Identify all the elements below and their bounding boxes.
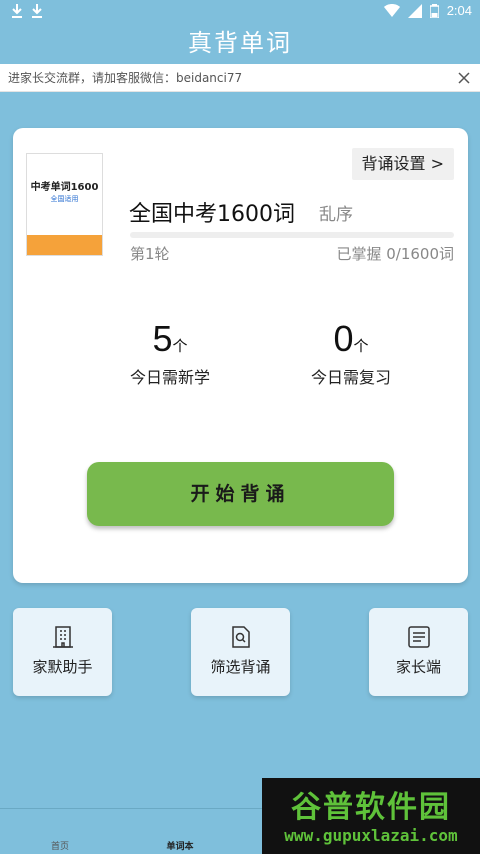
cover-subtitle: 全国适用 [50, 195, 79, 203]
mastered-label: 已掌握 0/1600词 [336, 245, 454, 263]
tool-parent-side[interactable]: 家长端 [369, 608, 468, 696]
book-name: 全国中考1600词 [129, 202, 295, 227]
app-title: 真背单词 [188, 29, 292, 57]
signal-icon [407, 3, 422, 18]
watermark-url: www.gupuxlazai.com [284, 826, 458, 845]
download-icon [10, 3, 24, 19]
wifi-icon [383, 3, 400, 18]
book-card: 中考单词1600 全国适用 背诵设置 > 全国中考1600词 乱序 第1轮 已掌… [13, 128, 468, 583]
notice-text: 进家长交流群，请加客服微信：beidanci77 [8, 71, 243, 85]
tool-label: 家长端 [395, 658, 441, 676]
stat-new-label: 今日需新学 [129, 368, 210, 387]
stat-review-value: 0 [333, 318, 354, 359]
nav-home[interactable]: 首页 [30, 839, 90, 852]
status-bar: 2:04 [0, 0, 480, 24]
stat-new: 5个 今日需新学 [100, 318, 240, 388]
tool-label: 家默助手 [32, 658, 93, 676]
progress-bar [130, 232, 454, 238]
stat-new-unit: 个 [172, 337, 188, 355]
watermark-title: 谷普软件园 [291, 790, 451, 825]
cover-title: 中考单词1600 [30, 182, 99, 193]
stat-new-value: 5 [152, 318, 173, 359]
nav-wordbook[interactable]: 单词本 [150, 839, 210, 852]
tool-filter-recite[interactable]: 筛选背诵 [191, 608, 290, 696]
tool-label: 筛选背诵 [210, 658, 271, 676]
watermark-logo: 谷普软件园 www.gupuxlazai.com [262, 778, 480, 854]
battery-icon [429, 3, 439, 18]
building-icon [13, 626, 112, 650]
stat-review-unit: 个 [353, 337, 369, 355]
doc-search-icon [191, 626, 290, 650]
start-recite-button[interactable]: 开始背诵 [87, 462, 394, 526]
cover-band [27, 235, 102, 255]
book-order: 乱序 [319, 205, 353, 225]
round-label: 第1轮 [130, 245, 170, 263]
stat-review-label: 今日需复习 [310, 368, 391, 387]
notice-bar: 进家长交流群，请加客服微信：beidanci77 [0, 64, 480, 92]
clock: 2:04 [446, 3, 472, 18]
book-cover[interactable]: 中考单词1600 全国适用 [26, 153, 103, 256]
close-icon[interactable] [454, 68, 474, 88]
download-icon [30, 3, 44, 19]
recite-settings-button[interactable]: 背诵设置 > [351, 148, 454, 180]
stat-review: 0个 今日需复习 [281, 318, 421, 388]
tool-family-assistant[interactable]: 家默助手 [13, 608, 112, 696]
list-doc-icon [369, 626, 468, 650]
